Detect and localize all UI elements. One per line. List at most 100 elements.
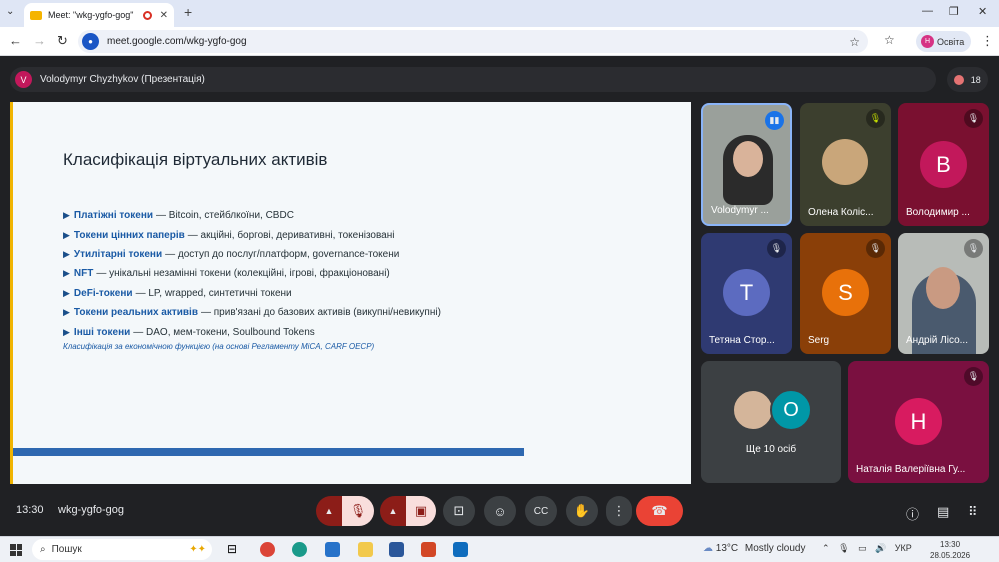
participant-tile[interactable]: ▮▮ Volodymyr ... (701, 103, 792, 226)
bullet-term: Токени реальних активів (73, 307, 198, 319)
address-bar[interactable]: ● meet.google.com/wkg-ygfo-gog ☆ (78, 30, 868, 53)
new-tab-button[interactable]: + (184, 4, 192, 20)
restore-button[interactable]: ❐ (949, 5, 959, 18)
participant-tile[interactable]: T 🎙 Тетяна Стор... (701, 233, 792, 354)
explorer-app-icon[interactable] (358, 542, 373, 557)
slide-bullet: ▶ DeFi-токени — LP, wrapped, синтетичні то… (63, 284, 441, 303)
bullet-arrow-icon: ▶ (63, 229, 70, 240)
presenter-name: Volodymyr Chyzhykov (Презентація) (40, 74, 205, 85)
participants-count: 18 (970, 74, 981, 85)
raise-hand-button[interactable]: ✋ (566, 496, 598, 526)
participant-avatar (732, 389, 774, 431)
slide-title: Класифікація віртуальних активів (63, 150, 328, 169)
reload-button[interactable]: ↻ (57, 33, 68, 49)
slide-footnote: Класифікація за економічною функцією (на… (63, 342, 375, 351)
tab-close-icon[interactable]: ✕ (160, 10, 168, 21)
more-participants-label: Ще 10 осіб (745, 444, 797, 455)
participant-tile[interactable]: B 🎙 Володимир ... (898, 103, 989, 226)
chrome-app-icon[interactable] (260, 542, 275, 557)
camera-off-button[interactable]: ▣ (406, 496, 436, 526)
more-options-button[interactable]: ⋮ (606, 496, 632, 526)
chat-icon[interactable]: ▤ (937, 504, 949, 520)
participant-face (733, 141, 763, 177)
audio-options-button[interactable]: ▲ (316, 496, 342, 526)
back-button[interactable]: ← (9, 33, 22, 48)
video-options-button[interactable]: ▲ (380, 496, 406, 526)
close-window-button[interactable]: ✕ (978, 5, 987, 18)
bullet-term: Інші токени (73, 326, 131, 338)
profile-avatar: H (921, 35, 934, 48)
word-app-icon[interactable] (389, 542, 404, 557)
network-icon[interactable]: ▭ (858, 543, 867, 553)
tab-title: Meet: "wkg-ygfo-gog" (48, 10, 134, 20)
site-info-icon[interactable]: ● (82, 33, 99, 50)
minimize-button[interactable]: — (922, 5, 933, 17)
slide-bullet: ▶ Токени реальних активів — прив'язані до … (63, 303, 441, 322)
outlook-app-icon[interactable] (453, 542, 468, 557)
browser-tab-meet[interactable]: Meet: "wkg-ygfo-gog" ✕ (24, 3, 174, 27)
browser-menu-icon[interactable]: ⋮ (981, 33, 994, 49)
participants-button[interactable]: 18 (947, 67, 988, 92)
mic-off-icon: 🎙 (767, 239, 786, 258)
profile-button[interactable]: H Освіта (916, 31, 971, 52)
participant-name: Serg (808, 335, 830, 346)
task-view-icon[interactable]: ⊟ (227, 542, 242, 557)
powerpoint-app-icon[interactable] (421, 542, 436, 557)
bullet-arrow-icon: ▶ (63, 268, 70, 279)
mic-off-icon: 🎙 (964, 239, 983, 258)
browser-toolbar: ← → ↻ ● meet.google.com/wkg-ygfo-gog ☆ ☆… (0, 27, 999, 56)
activities-icon[interactable]: ⠿ (968, 504, 978, 520)
bullet-text: — LP, wrapped, синтетичні токени (135, 287, 292, 299)
participant-name: Олена Коліс... (808, 207, 874, 218)
participant-avatar (822, 139, 868, 185)
meeting-info-icon[interactable]: ⓘ (906, 504, 919, 523)
volume-icon[interactable]: 🔊 (875, 543, 886, 553)
reactions-button[interactable]: ☺ (484, 496, 516, 526)
bookmarks-icon[interactable]: ☆ (884, 33, 895, 47)
bullet-term: Токени цінних паперів (73, 229, 185, 241)
participant-tile[interactable]: 🎙 Олена Коліс... (800, 103, 891, 226)
microphone-off-button[interactable]: 🎙 (342, 496, 374, 526)
bullet-term: NFT (73, 268, 94, 280)
participant-name: Наталія Валеріївна Гу... (856, 464, 966, 475)
captions-button[interactable]: CC (525, 496, 557, 526)
bookmark-star-icon[interactable]: ☆ (849, 35, 860, 49)
bullet-arrow-icon: ▶ (63, 287, 70, 298)
participant-tile[interactable]: S 🎙 Serg (800, 233, 891, 354)
profile-label: Освіта (937, 36, 965, 47)
present-screen-button[interactable]: ⊡ (443, 496, 475, 526)
tray-chevron-icon[interactable]: ⌃ (822, 543, 830, 553)
mic-tray-icon[interactable]: 🎙 (838, 543, 849, 553)
edge-app-icon[interactable] (292, 542, 307, 557)
slide-bullet: ▶ Токени цінних паперів — акційні, боргові… (63, 225, 441, 244)
participant-name: Тетяна Стор... (709, 335, 775, 346)
tab-search-icon[interactable]: ⌄ (6, 6, 14, 17)
weather-widget[interactable]: ☁ 13°C Mostly cloudy (703, 543, 805, 554)
participant-tile[interactable]: 🎙 Андрій Лісо... (898, 233, 989, 354)
participant-name: Андрій Лісо... (906, 335, 968, 346)
slide-bullet: ▶ Платіжні токени — Bitcoin, стейблкоїни, … (63, 206, 441, 225)
slide-bullet: ▶ Утилітарні токени — доступ до послуг/пла… (63, 245, 441, 264)
language-indicator[interactable]: УКР (895, 543, 912, 553)
forward-button[interactable]: → (33, 33, 46, 48)
windows-start-icon[interactable] (10, 544, 22, 556)
browser-tabstrip: ⌄ Meet: "wkg-ygfo-gog" ✕ + — ❐ ✕ (0, 0, 999, 27)
store-app-icon[interactable] (325, 542, 340, 557)
taskbar-clock[interactable]: 13:30 28.05.2026 (930, 539, 970, 561)
end-call-button[interactable]: ☎ (636, 496, 683, 526)
taskbar-search[interactable]: ⌕ Пошук ✦✦ (32, 539, 212, 560)
meet-favicon-icon (30, 10, 42, 20)
bullet-text: — доступ до послуг/платформ, governance-… (165, 248, 400, 260)
slide-bullet: ▶ NFT — унікальні незамінні токени (колекц… (63, 264, 441, 283)
participants-icon (954, 74, 965, 85)
participant-tile[interactable]: H 🎙 Наталія Валеріївна Гу... (848, 361, 989, 483)
speaking-icon: ▮▮ (765, 111, 784, 130)
copilot-sparkle-icon: ✦✦ (189, 544, 206, 555)
weather-text: Mostly cloudy (744, 543, 806, 554)
more-participants-tile[interactable]: O Ще 10 осіб (701, 361, 841, 483)
bullet-text: — прив'язані до базових активів (викупні… (200, 307, 441, 319)
participant-face (926, 267, 960, 309)
bullet-text: — акційні, боргові, деривативні, токеніз… (187, 229, 395, 241)
weather-temp: 13°C (715, 543, 739, 554)
participant-avatar: B (920, 141, 967, 188)
